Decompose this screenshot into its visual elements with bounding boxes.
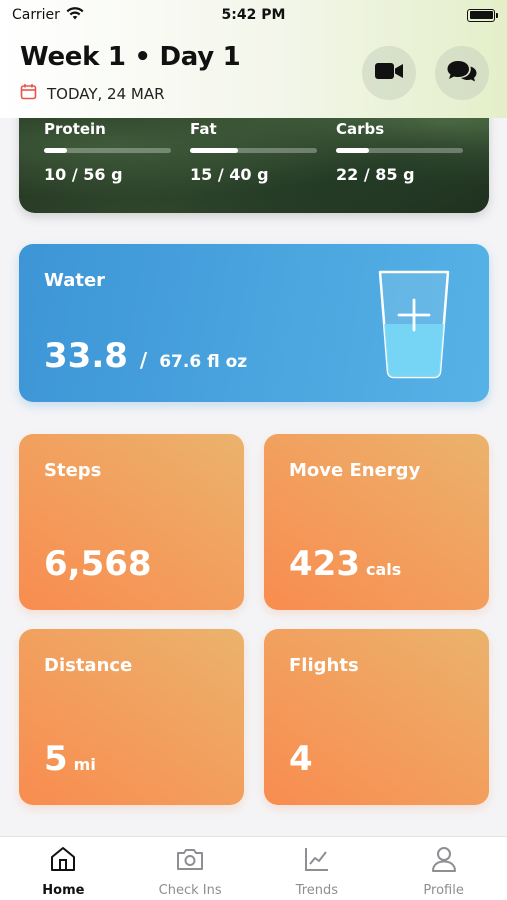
status-bar: Carrier 5:42 PM: [0, 0, 507, 30]
water-current: 33.8: [44, 336, 128, 376]
macro-fat: Fat 15 / 40 g: [190, 120, 317, 184]
tab-profile[interactable]: Profile: [380, 837, 507, 900]
app-header: Carrier 5:42 PM Week 1 • Day 1 TODAY, 24…: [0, 0, 507, 118]
move-energy-value-row: 423 cals: [289, 544, 401, 584]
flights-label: Flights: [289, 655, 359, 676]
distance-value: 5: [44, 739, 68, 779]
macro-value: 10 / 56 g: [44, 165, 123, 184]
home-icon: [49, 845, 77, 877]
macro-label: Fat: [190, 120, 217, 138]
tab-bar: Home Check Ins Trends Profile: [0, 836, 507, 900]
macro-label: Carbs: [336, 120, 385, 138]
macro-label: Protein: [44, 120, 106, 138]
macro-progress-fill: [336, 148, 370, 153]
move-energy-value: 423: [289, 544, 360, 584]
move-energy-card[interactable]: Move Energy 423 cals: [264, 434, 489, 610]
macro-carbs: Carbs 22 / 85 g: [336, 120, 463, 184]
status-left: Carrier: [12, 6, 84, 24]
carrier-label: Carrier: [12, 7, 60, 23]
battery-icon: [467, 8, 498, 22]
tab-home[interactable]: Home: [0, 837, 127, 900]
macro-value: 22 / 85 g: [336, 165, 415, 184]
steps-card[interactable]: Steps 6,568: [19, 434, 244, 610]
move-energy-unit: cals: [365, 560, 402, 579]
tab-label: Check Ins: [158, 883, 222, 898]
water-separator: /: [139, 348, 148, 372]
tab-label: Profile: [423, 883, 464, 898]
flights-card[interactable]: Flights 4: [264, 629, 489, 805]
tab-label: Home: [42, 883, 85, 898]
move-energy-label: Move Energy: [289, 460, 421, 481]
date-label: TODAY, 24 MAR: [47, 84, 165, 103]
steps-label: Steps: [44, 460, 102, 481]
tab-check-ins[interactable]: Check Ins: [127, 837, 254, 900]
date-row: TODAY, 24 MAR: [20, 83, 165, 104]
macro-progress-track: [44, 148, 171, 153]
distance-card[interactable]: Distance 5 mi: [19, 629, 244, 805]
distance-label: Distance: [44, 655, 133, 676]
flights-value: 4: [289, 739, 313, 779]
chat-bubbles-icon: [446, 58, 478, 88]
tab-label: Trends: [295, 883, 339, 898]
macro-protein: Protein 10 / 56 g: [44, 120, 171, 184]
distance-unit: mi: [73, 755, 96, 774]
steps-value: 6,568: [44, 544, 152, 584]
calendar-icon: [20, 83, 37, 104]
macro-progress-track: [190, 148, 317, 153]
steps-value-row: 6,568: [44, 544, 152, 584]
macro-progress-fill: [190, 148, 238, 153]
water-goal: 67.6 fl oz: [159, 352, 248, 372]
water-amount: 33.8 / 67.6 fl oz: [44, 336, 247, 376]
chart-icon: [303, 845, 331, 877]
flights-value-row: 4: [289, 739, 313, 779]
distance-value-row: 5 mi: [44, 739, 96, 779]
video-camera-icon: [374, 61, 404, 85]
wifi-icon: [66, 6, 84, 24]
macro-progress-fill: [44, 148, 67, 153]
tab-trends[interactable]: Trends: [254, 837, 381, 900]
chat-button[interactable]: [435, 46, 489, 100]
video-call-button[interactable]: [362, 46, 416, 100]
camera-icon: [175, 845, 205, 877]
water-card[interactable]: Water 33.8 / 67.6 fl oz: [19, 244, 489, 402]
macro-progress-track: [336, 148, 463, 153]
page-title: Week 1 • Day 1: [20, 42, 241, 72]
person-icon: [430, 845, 458, 877]
water-label: Water: [44, 270, 106, 291]
water-glass-plus-icon[interactable]: [374, 268, 454, 384]
macro-value: 15 / 40 g: [190, 165, 269, 184]
